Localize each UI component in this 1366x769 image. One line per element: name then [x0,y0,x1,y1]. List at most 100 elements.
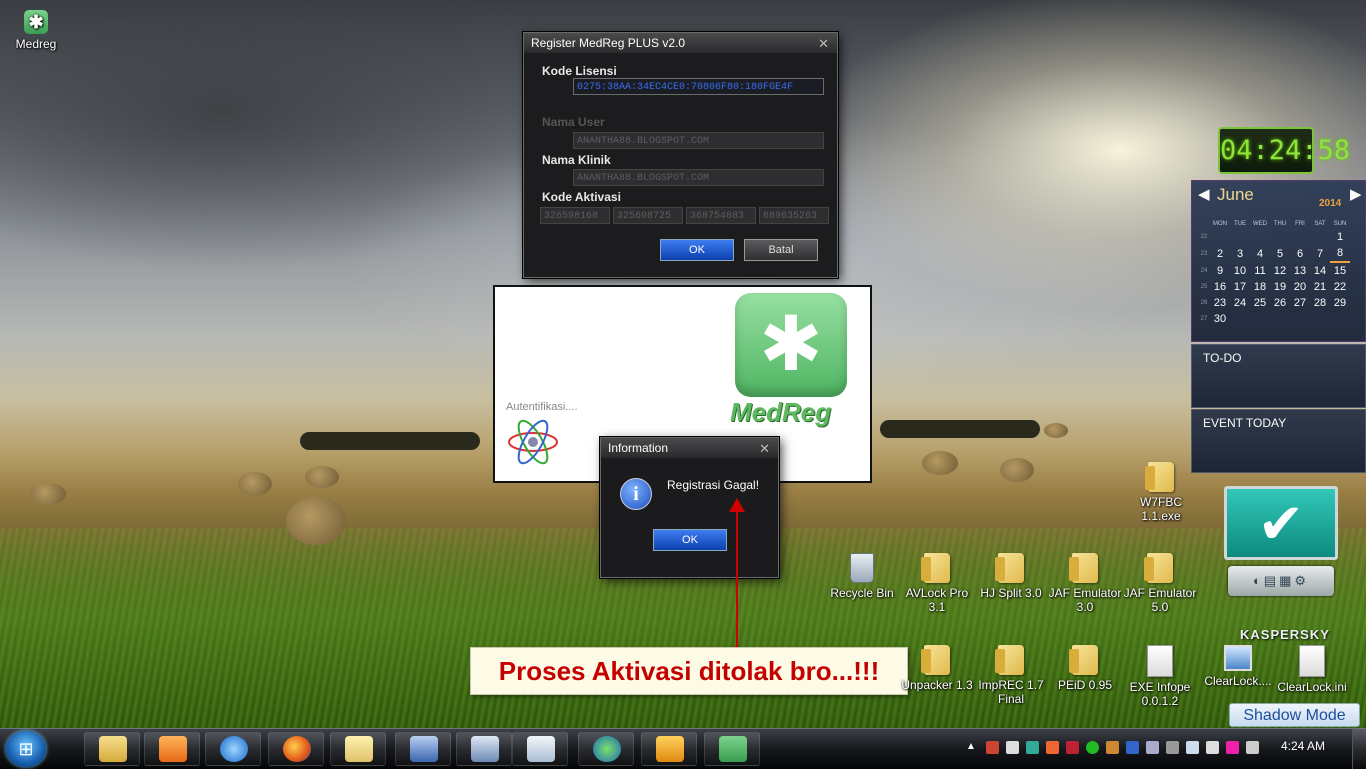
taskbar-media-player[interactable] [144,732,200,766]
prev-month-icon[interactable]: ◀ [1198,185,1210,203]
taskbar-notepad[interactable] [330,732,386,766]
calendar-day[interactable]: 20 [1290,279,1310,295]
calendar-day[interactable]: 5 [1270,245,1290,262]
calendar-day[interactable]: 17 [1230,279,1250,295]
tray-drive-icon[interactable] [1166,741,1179,754]
desktop-icon-medreg[interactable]: ✱ Medreg [0,10,76,51]
taskbar-computer[interactable] [395,732,451,766]
nama-klinik-field[interactable]: ANANTHA88.BLOGSPOT.COM [573,169,824,186]
kaspersky-buttons[interactable]: ◐▤▦⚙ [1228,566,1334,596]
information-titlebar[interactable]: Information ✕ [601,438,778,458]
desktop-icon-avlock[interactable]: AVLock Pro 3.1 [897,553,977,614]
calendar-day[interactable]: 11 [1250,262,1270,279]
taskbar-firefox[interactable] [268,732,324,766]
desktop-icon-clearlock[interactable]: ClearLock.... [1198,645,1278,688]
annotation-arrow-head [729,498,745,512]
calendar-day[interactable]: 23 [1210,295,1230,311]
kode-aktivasi-field-2[interactable]: 325698725 [613,207,683,224]
taskbar-internet-explorer[interactable] [205,732,261,766]
calendar-day[interactable]: 9 [1210,262,1230,279]
tray-letter-icon[interactable] [1226,741,1239,754]
register-ok-button[interactable]: OK [660,239,734,261]
tray-extra-icon[interactable] [1246,741,1259,754]
tray-flag-icon[interactable] [986,741,999,754]
taskbar-globe[interactable] [578,732,634,766]
close-icon[interactable]: ✕ [818,34,829,54]
desktop-icon-unpacker[interactable]: Unpacker 1.3 [897,645,977,692]
desktop-icon-imprec[interactable]: ImpREC 1.7 Final [971,645,1051,706]
taskbar-paper[interactable] [512,732,568,766]
tray-volume-icon[interactable] [1206,741,1219,754]
nama-user-field[interactable]: ANANTHA88.BLOGSPOT.COM [573,132,824,149]
taskbar-clock[interactable]: 4:24 AM [1281,739,1325,753]
desktop-icon-exe-infope[interactable]: EXE Infope 0.0.1.2 [1120,645,1200,708]
taskbar-explorer[interactable] [84,732,140,766]
tray-check-icon[interactable] [1006,741,1019,754]
desktop-icon-w7fbc[interactable]: W7FBC 1.1.exe [1121,462,1201,523]
tray-color-icon[interactable] [1106,741,1119,754]
kode-aktivasi-field-1[interactable]: 326598168 [540,207,610,224]
calendar-day[interactable]: 16 [1210,279,1230,295]
calendar-day[interactable]: 10 [1230,262,1250,279]
event-today-gadget[interactable]: EVENT TODAY [1191,409,1366,473]
calendar-day[interactable]: 8 [1330,245,1350,263]
desktop-icon-jaf3[interactable]: JAF Emulator 3.0 [1045,553,1125,614]
close-icon[interactable]: ✕ [759,439,770,459]
calendar-day[interactable]: 14 [1310,262,1330,279]
tray-app-icon[interactable] [1046,741,1059,754]
register-window-titlebar[interactable]: Register MedReg PLUS v2.0 ✕ [524,33,837,53]
calendar-day[interactable]: 25 [1250,295,1270,311]
calendar-day[interactable]: 7 [1310,245,1330,262]
batal-button[interactable]: Batal [744,239,818,261]
calendar-day[interactable]: 26 [1270,295,1290,311]
calendar-day[interactable]: 15 [1330,262,1350,279]
calendar-day[interactable]: 19 [1270,279,1290,295]
desktop-icon-recycle-bin[interactable]: Recycle Bin [822,553,902,600]
tray-network-icon[interactable] [1026,741,1039,754]
calendar-day[interactable]: 24 [1230,295,1250,311]
calendar-day[interactable]: 13 [1290,262,1310,279]
tray-bluetooth-icon[interactable] [1126,741,1139,754]
calendar-day[interactable]: 29 [1330,295,1350,311]
calendar-day[interactable]: 6 [1290,245,1310,262]
calendar-gadget[interactable]: ◀ June 2014 ▶ MON TUE WED THU FRI SAT SUN 22 1 23… [1191,180,1366,342]
calendar-day[interactable]: 22 [1330,279,1350,295]
desktop-icon-peid[interactable]: PEiD 0.95 [1045,645,1125,692]
calendar-day[interactable]: 12 [1270,262,1290,279]
calendar-day-header: TUE [1234,221,1246,227]
calendar-day[interactable]: 1 [1330,229,1350,245]
calendar-day[interactable]: 27 [1290,295,1310,311]
start-button[interactable]: ⊞ [6,731,46,767]
information-ok-button[interactable]: OK [653,529,727,551]
show-desktop-button[interactable] [1352,729,1366,769]
calendar-day[interactable]: 21 [1310,279,1330,295]
calendar-day[interactable]: 2 [1210,245,1230,262]
todo-gadget[interactable]: TO-DO [1191,344,1366,408]
next-month-icon[interactable]: ▶ [1350,185,1362,203]
register-window: Register MedReg PLUS v2.0 ✕ Kode Lisensi… [523,32,838,278]
desktop-icon-clearlock-ini[interactable]: ClearLock.ini [1272,645,1352,694]
calendar-day[interactable]: 28 [1310,295,1330,311]
kode-aktivasi-field-3[interactable]: 368754883 [686,207,756,224]
tray-shield-icon[interactable] [1066,741,1079,754]
tray-kaspersky-icon[interactable] [1086,741,1099,754]
calendar-day[interactable]: 18 [1250,279,1270,295]
annotation-callout: Proses Aktivasi ditolak bro...!!! [470,647,908,695]
tray-sync-icon[interactable] [1146,741,1159,754]
calendar-day[interactable]: 3 [1230,245,1250,262]
todo-label: TO-DO [1203,351,1242,365]
taskbar-medreg[interactable] [704,732,760,766]
tray-monitor-icon[interactable] [1186,741,1199,754]
clock-gadget[interactable]: 04:24:58 [1218,127,1350,174]
desktop-icon-hjsplit[interactable]: HJ Split 3.0 [971,553,1051,600]
desktop-icon-jaf5[interactable]: JAF Emulator 5.0 [1120,553,1200,614]
shadow-mode-badge[interactable]: Shadow Mode [1229,703,1360,727]
calendar-day[interactable]: 4 [1250,245,1270,262]
calendar-day[interactable]: 30 [1210,311,1230,327]
kaspersky-gadget[interactable]: ✔ ◐▤▦⚙ [1222,486,1342,598]
taskbar-music[interactable] [641,732,697,766]
kode-aktivasi-field-4[interactable]: 689635263 [759,207,829,224]
tray-arrow-icon[interactable]: ▲ [966,741,979,754]
taskbar-windows[interactable] [456,732,512,766]
kode-lisensi-field[interactable]: 0275:38AA:34EC4CE0:70806F80:180FGE4F [573,78,824,95]
